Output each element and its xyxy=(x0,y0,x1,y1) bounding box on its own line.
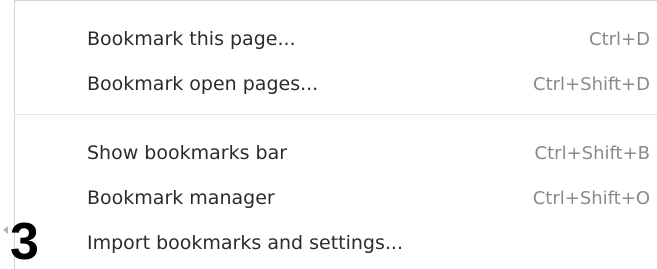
menu-item-import-bookmarks-and-settings[interactable]: Import bookmarks and settings... xyxy=(15,223,657,263)
menu-item-shortcut: Ctrl+D xyxy=(589,28,650,50)
menu-item-label: Bookmark this page... xyxy=(87,28,296,50)
menu-item-shortcut: Ctrl+Shift+D xyxy=(533,73,650,95)
screenshot-stage: Bookmark this page... Ctrl+D Bookmark op… xyxy=(0,0,657,269)
submenu-arrow-icon xyxy=(3,226,8,234)
menu-separator xyxy=(15,114,657,115)
menu-item-bookmark-open-pages[interactable]: Bookmark open pages... Ctrl+Shift+D xyxy=(15,64,657,104)
menu-item-label: Show bookmarks bar xyxy=(87,142,288,164)
menu-item-bookmark-manager[interactable]: Bookmark manager Ctrl+Shift+O xyxy=(15,178,657,218)
step-number-annotation: 3 xyxy=(10,213,39,269)
menu-item-label: Bookmark open pages... xyxy=(87,73,319,95)
menu-item-shortcut: Ctrl+Shift+O xyxy=(532,187,650,209)
menu-item-shortcut: Ctrl+Shift+B xyxy=(534,142,650,164)
menu-item-label: Import bookmarks and settings... xyxy=(87,232,403,254)
menu-item-show-bookmarks-bar[interactable]: Show bookmarks bar Ctrl+Shift+B xyxy=(15,133,657,173)
menu-item-bookmark-this-page[interactable]: Bookmark this page... Ctrl+D xyxy=(15,19,657,59)
bookmarks-submenu: Bookmark this page... Ctrl+D Bookmark op… xyxy=(14,0,657,269)
menu-item-label: Bookmark manager xyxy=(87,187,275,209)
